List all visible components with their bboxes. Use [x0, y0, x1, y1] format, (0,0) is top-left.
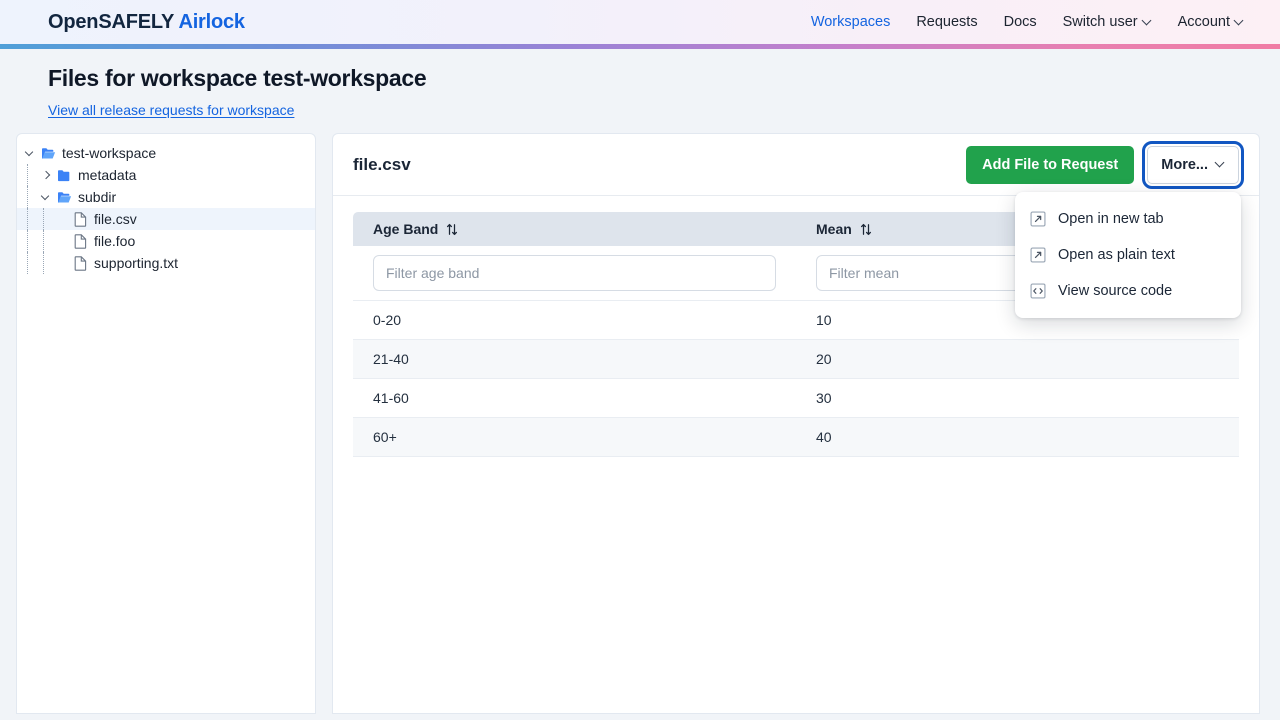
tree-item-file-foo[interactable]: file.foo — [17, 230, 315, 252]
column-header-age-band[interactable]: Age Band — [353, 212, 796, 246]
nav-switch-user[interactable]: Switch user — [1063, 14, 1152, 30]
tree-guide-line — [43, 208, 44, 230]
brand-name-accent: Airlock — [178, 10, 245, 33]
page-title: Files for workspace test-workspace — [48, 65, 427, 91]
nav-account[interactable]: Account — [1178, 14, 1244, 30]
nav-item-label: Docs — [1003, 14, 1037, 30]
table-cell: 60+ — [353, 417, 796, 457]
nav-docs[interactable]: Docs — [1004, 14, 1037, 30]
main-layout: test-workspace metadata subdir file.csv … — [0, 120, 1280, 714]
folder-open-icon — [55, 191, 73, 204]
nav-item-label: Requests — [916, 14, 978, 30]
filter-input-age-band[interactable] — [373, 255, 776, 291]
tree-indent — [17, 164, 39, 186]
tree-item-label: subdir — [78, 189, 117, 205]
chevron-down-icon — [1216, 158, 1225, 167]
tree-item-label: supporting.txt — [94, 255, 179, 271]
sort-icon[interactable] — [860, 223, 872, 236]
tree-guide-line — [27, 208, 28, 230]
tree-indent — [17, 230, 55, 252]
external-link-icon — [1029, 210, 1047, 227]
chevron-down-icon — [1235, 16, 1244, 25]
file-icon — [71, 255, 89, 271]
chevron-down-icon[interactable] — [39, 189, 55, 205]
table-cell: 41-60 — [353, 378, 796, 418]
page-header: Files for workspace test-workspace View … — [0, 49, 1280, 120]
chevron-right-icon[interactable] — [39, 167, 55, 183]
tree-item-label: file.foo — [94, 233, 136, 249]
external-link-icon — [1029, 246, 1047, 263]
add-file-to-request-button[interactable]: Add File to Request — [966, 145, 1135, 184]
nav-item-label: Switch user — [1062, 14, 1138, 30]
top-navigation-bar: OpenSAFELY Airlock Workspaces Requests Doc… — [0, 0, 1280, 44]
table-cell: 21-40 — [353, 339, 796, 379]
main-nav: Workspaces Requests Docs Switch user Account — [811, 14, 1244, 30]
filter-cell — [353, 246, 796, 301]
folder-closed-icon — [55, 169, 73, 182]
column-header-label: Mean — [816, 221, 852, 237]
tree-item-label: test-workspace — [62, 145, 157, 161]
file-icon — [71, 233, 89, 249]
more-options-label: More... — [1161, 156, 1208, 173]
tree-guide-line — [27, 186, 28, 208]
nav-item-label: Workspaces — [810, 14, 891, 30]
nav-workspaces[interactable]: Workspaces — [811, 14, 891, 30]
nav-requests[interactable]: Requests — [916, 14, 977, 30]
current-file-name: file.csv — [353, 154, 411, 174]
brand-logo[interactable]: OpenSAFELY Airlock — [48, 11, 245, 34]
column-header-inner: Age Band — [373, 221, 776, 237]
nav-item-label: Account — [1177, 14, 1230, 30]
tree-indent — [17, 252, 55, 274]
table-row: 41-60 30 — [353, 378, 1239, 418]
table-cell: 40 — [796, 417, 1239, 457]
more-options-button[interactable]: More... — [1142, 140, 1244, 189]
brand-name-main: OpenSAFELY — [48, 10, 174, 33]
folder-open-icon — [39, 147, 57, 160]
tree-indent — [17, 208, 55, 230]
tree-item-supporting-txt[interactable]: supporting.txt — [17, 252, 315, 274]
file-tree-panel: test-workspace metadata subdir file.csv … — [16, 133, 316, 714]
tree-guide-line — [27, 252, 28, 274]
table-cell: 0-20 — [353, 300, 796, 340]
tree-indent — [17, 186, 39, 208]
more-options-menu: Open in new tab Open as plain text View … — [1015, 191, 1241, 318]
chevron-down-icon — [1143, 16, 1152, 25]
menu-item-label: View source code — [1058, 282, 1173, 299]
tree-item-file-csv[interactable]: file.csv — [17, 208, 315, 230]
table-row: 21-40 20 — [353, 339, 1239, 379]
file-content-panel: file.csv Add File to Request More... Ope… — [332, 133, 1260, 714]
file-icon — [71, 211, 89, 227]
menu-item-open-plain-text[interactable]: Open as plain text — [1015, 237, 1241, 273]
menu-item-open-new-tab[interactable]: Open in new tab — [1015, 201, 1241, 237]
menu-item-label: Open as plain text — [1058, 246, 1175, 263]
view-release-requests-link[interactable]: View all release requests for workspace — [48, 102, 294, 118]
content-header-actions: Add File to Request More... Open in new … — [966, 140, 1244, 318]
chevron-down-icon[interactable] — [23, 145, 39, 161]
content-header: file.csv Add File to Request More... Ope… — [333, 134, 1259, 318]
tree-guide-line — [43, 230, 44, 252]
tree-item-subdir[interactable]: subdir — [17, 186, 315, 208]
tree-item-metadata[interactable]: metadata — [17, 164, 315, 186]
menu-item-view-source[interactable]: View source code — [1015, 273, 1241, 309]
table-body: 0-20 10 21-40 20 41-60 30 60+ 40 — [353, 300, 1239, 457]
tree-guide-line — [27, 164, 28, 186]
code-icon — [1029, 282, 1047, 299]
column-header-label: Age Band — [373, 221, 439, 237]
tree-item-label: metadata — [78, 167, 137, 183]
table-cell: 30 — [796, 378, 1239, 418]
menu-item-label: Open in new tab — [1058, 210, 1164, 227]
tree-guide-line — [43, 252, 44, 274]
table-row: 60+ 40 — [353, 417, 1239, 457]
tree-guide-line — [27, 230, 28, 252]
sort-icon[interactable] — [446, 223, 458, 236]
tree-item-test-workspace[interactable]: test-workspace — [17, 142, 315, 164]
table-cell: 20 — [796, 339, 1239, 379]
tree-item-label: file.csv — [94, 211, 137, 227]
